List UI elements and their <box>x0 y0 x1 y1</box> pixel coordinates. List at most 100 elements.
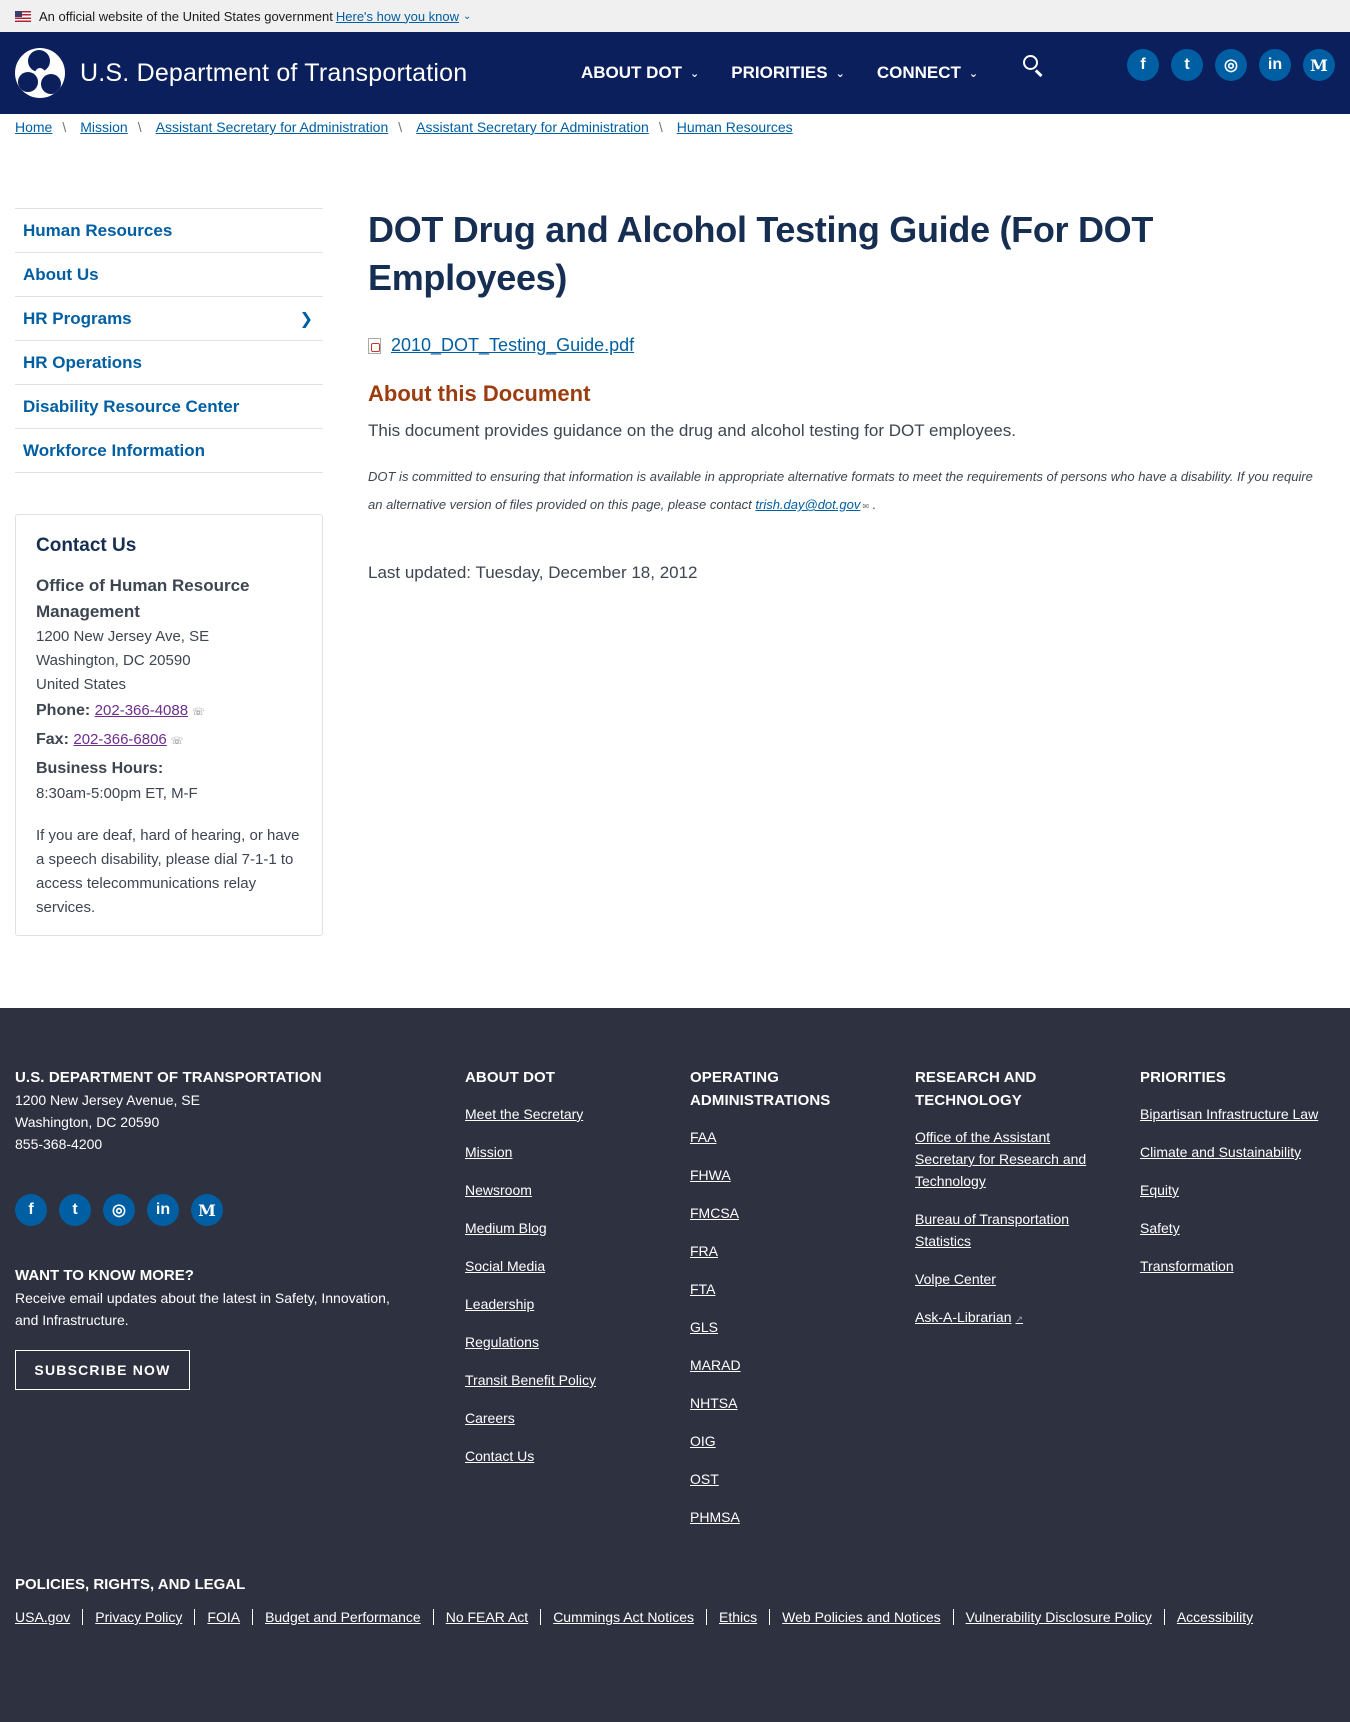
policy-link[interactable]: Vulnerability Disclosure Policy <box>952 1609 1164 1625</box>
email-signup: WANT TO KNOW MORE? Receive email updates… <box>15 1266 395 1331</box>
breadcrumb-home[interactable]: Home <box>15 119 52 135</box>
phone-link[interactable]: 202-366-4088 <box>95 702 188 719</box>
instagram-icon[interactable]: ◎ <box>103 1194 135 1226</box>
policy-link[interactable]: Cummings Act Notices <box>540 1609 706 1625</box>
footer-col-research: RESEARCH AND TECHNOLOGY Office of the As… <box>915 1066 1105 1330</box>
policy-link[interactable]: FOIA <box>194 1609 252 1625</box>
breadcrumb-human-resources[interactable]: Human Resources <box>677 119 793 135</box>
site-header: U.S. Department of Transportation ABOUT … <box>0 32 1350 114</box>
pdf-icon <box>368 337 381 354</box>
footer-link[interactable]: GLS <box>690 1316 880 1338</box>
footer-address-line: 1200 New Jersey Avenue, SE <box>15 1092 200 1108</box>
footer-link[interactable]: OST <box>690 1468 880 1490</box>
medium-icon[interactable]: M <box>191 1194 223 1226</box>
footer-link[interactable]: MARAD <box>690 1354 880 1376</box>
sidebar-nav: Human Resources About Us HR Programs ❯ HR… <box>15 208 323 473</box>
sidebar-item-hr-programs[interactable]: HR Programs ❯ <box>15 297 323 341</box>
nav-connect[interactable]: CONNECT ⌄ <box>877 63 978 83</box>
email-link[interactable]: trish.day@dot.gov <box>755 497 860 512</box>
chevron-down-icon: ⌄ <box>835 67 845 80</box>
pdf-link[interactable]: 2010_DOT_Testing_Guide.pdf <box>391 335 634 356</box>
footer-link[interactable]: Equity <box>1140 1179 1340 1201</box>
dot-logo-icon <box>15 48 65 98</box>
facebook-icon[interactable]: f <box>1127 49 1159 81</box>
footer-link[interactable]: Mission <box>465 1141 665 1163</box>
policy-link[interactable]: No FEAR Act <box>432 1609 540 1625</box>
footer-link[interactable]: Office of the Assistant Secretary for Re… <box>915 1126 1105 1192</box>
footer-col-priorities: PRIORITIES Bipartisan Infrastructure Law… <box>1140 1066 1340 1277</box>
instagram-icon[interactable]: ◎ <box>1215 49 1247 81</box>
nav-priorities[interactable]: PRIORITIES ⌄ <box>731 63 845 83</box>
footer-link[interactable]: FMCSA <box>690 1202 880 1224</box>
footer-link[interactable]: Regulations <box>465 1331 665 1353</box>
footer-link[interactable]: FHWA <box>690 1164 880 1186</box>
contact-address-line: Washington, DC 20590 <box>36 652 191 669</box>
policy-link[interactable]: USA.gov <box>15 1609 82 1625</box>
policy-link[interactable]: Accessibility <box>1163 1609 1265 1625</box>
search-icon[interactable] <box>1022 54 1046 78</box>
footer-link[interactable]: PHMSA <box>690 1506 880 1528</box>
policy-link[interactable]: Privacy Policy <box>82 1609 194 1625</box>
footer-link[interactable]: FRA <box>690 1240 880 1262</box>
chevron-down-icon[interactable]: ⌄ <box>463 11 471 22</box>
site-logo[interactable]: U.S. Department of Transportation <box>15 48 467 98</box>
footer-org-name: U.S. DEPARTMENT OF TRANSPORTATION <box>15 1069 322 1086</box>
footer-link[interactable]: Transit Benefit Policy <box>465 1369 665 1391</box>
footer-link[interactable]: FTA <box>690 1278 880 1300</box>
breadcrumb-asa[interactable]: Assistant Secretary for Administration <box>156 119 389 135</box>
main-content: DOT Drug and Alcohol Testing Guide (For … <box>368 206 1328 583</box>
breadcrumb: Home \ Mission \ Assistant Secretary for A… <box>15 119 793 135</box>
footer-link[interactable]: NHTSA <box>690 1392 880 1414</box>
footer-col-heading: ABOUT DOT <box>465 1069 556 1086</box>
breadcrumb-asa-2[interactable]: Assistant Secretary for Administration <box>416 119 649 135</box>
nav-about-dot[interactable]: ABOUT DOT ⌄ <box>581 63 699 83</box>
footer-col-about: ABOUT DOT Meet the Secretary Mission New… <box>465 1066 665 1467</box>
footer-link[interactable]: Climate and Sustainability <box>1140 1141 1340 1163</box>
chevron-down-icon: ⌄ <box>968 67 979 80</box>
policy-link[interactable]: Ethics <box>706 1609 769 1625</box>
footer-org: U.S. DEPARTMENT OF TRANSPORTATION 1200 N… <box>15 1066 435 1155</box>
policy-links: USA.gov Privacy Policy FOIA Budget and P… <box>15 1609 1265 1625</box>
footer-link[interactable]: Bureau of Transportation Statistics <box>915 1208 1105 1252</box>
sidebar-item-about-us[interactable]: About Us <box>15 253 323 297</box>
footer-link[interactable]: Social Media <box>465 1255 665 1277</box>
policy-link[interactable]: Web Policies and Notices <box>769 1609 952 1625</box>
sidebar-item-disability-resource-center[interactable]: Disability Resource Center <box>15 385 323 429</box>
fax-link[interactable]: 202-366-6806 <box>73 731 166 748</box>
sidebar-item-workforce-information[interactable]: Workforce Information <box>15 429 323 473</box>
footer-link[interactable]: Medium Blog <box>465 1217 665 1239</box>
footer-link[interactable]: Safety <box>1140 1217 1340 1239</box>
footer-col-heading: OPERATING ADMINISTRATIONS <box>690 1069 831 1109</box>
footer-link[interactable]: Careers <box>465 1407 665 1429</box>
footer-col-heading: RESEARCH AND TECHNOLOGY <box>915 1069 1037 1109</box>
footer-link[interactable]: Bipartisan Infrastructure Law <box>1140 1103 1340 1125</box>
linkedin-icon[interactable]: in <box>1259 49 1291 81</box>
chevron-right-icon[interactable]: ❯ <box>300 309 313 329</box>
footer-social-links: f t ◎ in M <box>15 1194 235 1226</box>
header-social-links: f t ◎ in M <box>1127 49 1347 81</box>
footer-link[interactable]: OIG <box>690 1430 880 1452</box>
twitter-icon[interactable]: t <box>1171 49 1203 81</box>
footer-link[interactable]: Newsroom <box>465 1179 665 1201</box>
how-you-know-link[interactable]: Here's how you know <box>336 9 459 24</box>
policy-link[interactable]: Budget and Performance <box>252 1609 433 1625</box>
contact-fax: Fax: 202-366-6806 ☏ <box>36 731 184 748</box>
footer-link[interactable]: FAA <box>690 1126 880 1148</box>
sidebar-item-human-resources[interactable]: Human Resources <box>15 209 323 253</box>
footer-link[interactable]: Ask-A-Librarian ↗ <box>915 1306 1105 1330</box>
footer-link[interactable]: Volpe Center <box>915 1268 1105 1290</box>
linkedin-icon[interactable]: in <box>147 1194 179 1226</box>
footer-link[interactable]: Transformation <box>1140 1255 1340 1277</box>
twitter-icon[interactable]: t <box>59 1194 91 1226</box>
footer-policies: POLICIES, RIGHTS, AND LEGAL USA.gov Priv… <box>15 1576 1265 1625</box>
footer-link[interactable]: Meet the Secretary <box>465 1103 665 1125</box>
medium-icon[interactable]: M <box>1303 49 1335 81</box>
sidebar-item-hr-operations[interactable]: HR Operations <box>15 341 323 385</box>
about-heading: About this Document <box>368 381 591 406</box>
breadcrumb-mission[interactable]: Mission <box>80 119 127 135</box>
facebook-icon[interactable]: f <box>15 1194 47 1226</box>
subscribe-button[interactable]: SUBSCRIBE NOW <box>15 1350 190 1390</box>
gov-banner: An official website of the United States… <box>0 0 1350 32</box>
footer-link[interactable]: Contact Us <box>465 1445 665 1467</box>
footer-link[interactable]: Leadership <box>465 1293 665 1315</box>
